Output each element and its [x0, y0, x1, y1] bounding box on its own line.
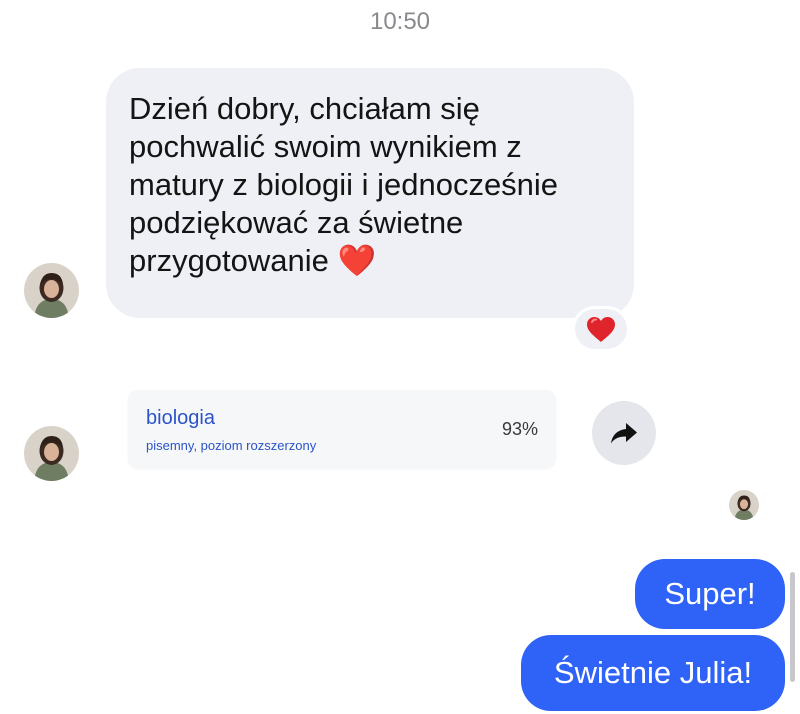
- avatar-photo: [24, 426, 79, 481]
- share-button[interactable]: [592, 401, 656, 465]
- heart-icon: [587, 316, 615, 342]
- incoming-message-bubble[interactable]: Dzień dobry, chciałam się pochwalić swoi…: [106, 68, 634, 318]
- outgoing-message-text: Super!: [664, 576, 756, 611]
- read-receipt-avatar: [729, 490, 759, 520]
- message-line: matury z biologii i jednocześnie: [129, 167, 559, 202]
- message-timestamp: 10:50: [369, 8, 431, 35]
- heart-reaction-badge[interactable]: [572, 306, 630, 352]
- incoming-message-text: Dzień dobry, chciałam się pochwalić swoi…: [129, 90, 610, 280]
- exam-result-card[interactable]: biologia pisemny, poziom rozszerzony 93%: [128, 390, 556, 468]
- scrollbar[interactable]: [790, 572, 795, 682]
- share-arrow-icon: [611, 423, 637, 444]
- outgoing-message-bubble[interactable]: Świetnie Julia!: [521, 635, 785, 711]
- avatar-photo: [24, 263, 79, 318]
- result-details: pisemny, poziom rozszerzony: [146, 438, 317, 453]
- contact-avatar[interactable]: [24, 263, 79, 318]
- chat-screen: 10:50 Dzień dobry, chciałam się pochwali…: [0, 0, 800, 714]
- message-line: podziękować za świetne: [129, 205, 464, 240]
- outgoing-message-text: Świetnie Julia!: [553, 655, 753, 690]
- result-score: 93%: [501, 419, 538, 439]
- message-line: przygotowanie ❤️: [129, 243, 377, 278]
- contact-avatar[interactable]: [24, 426, 79, 481]
- message-line: pochwalić swoim wynikiem z: [129, 129, 522, 164]
- message-line: Dzień dobry, chciałam się: [129, 91, 480, 126]
- result-subject: biologia: [146, 407, 215, 429]
- outgoing-message-bubble[interactable]: Super!: [635, 559, 785, 629]
- avatar-photo: [729, 490, 759, 520]
